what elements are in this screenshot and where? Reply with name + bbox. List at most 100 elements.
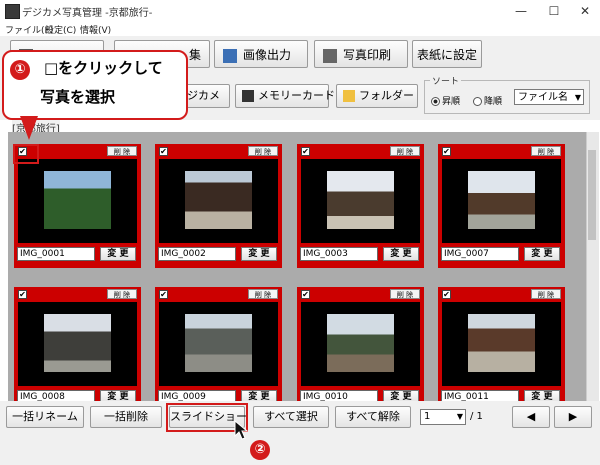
- app-icon: [5, 4, 20, 19]
- rename-button[interactable]: 変 更: [524, 247, 560, 261]
- photo-frame: [159, 302, 278, 386]
- delete-button[interactable]: 削 除: [390, 146, 420, 156]
- minimize-button[interactable]: —: [505, 2, 537, 20]
- menu-info[interactable]: 情報(V): [80, 23, 111, 36]
- photo-name-field[interactable]: IMG_0003: [300, 247, 378, 261]
- memory-card-label: メモリーカード: [258, 89, 335, 102]
- sort-descending-label: 降順: [484, 97, 503, 107]
- photo-checkbox[interactable]: ✔: [159, 290, 168, 299]
- select-all-button[interactable]: すべて選択: [253, 406, 329, 428]
- camera-button[interactable]: ジカメ: [186, 84, 230, 108]
- next-page-button[interactable]: ▶: [554, 406, 592, 428]
- printer-icon: [323, 48, 337, 63]
- rename-button[interactable]: 変 更: [383, 247, 419, 261]
- monitor-icon: [223, 48, 237, 63]
- photo-thumbnail[interactable]: [468, 314, 535, 372]
- radio-dot: [473, 97, 482, 106]
- photo-gallery: ✔ 削 除 IMG_0001 変 更 ✔ 削 除 IMG_0002 変 更 ✔ …: [8, 132, 586, 401]
- photo-thumbnail[interactable]: [327, 171, 394, 229]
- cover-setting-button[interactable]: 表紙に設定: [412, 40, 482, 68]
- callout-pointer: [20, 116, 38, 140]
- photo-card[interactable]: ✔ 削 除 IMG_0010 変 更: [297, 287, 424, 401]
- photo-frame: [442, 159, 561, 243]
- camera-label: ジカメ: [187, 89, 220, 102]
- sort-ascending-radio[interactable]: 昇順: [431, 94, 460, 107]
- chevron-down-icon: ▼: [574, 93, 581, 102]
- photo-card[interactable]: ✔ 削 除 IMG_0002 変 更: [155, 144, 282, 268]
- folder-icon: [343, 90, 355, 102]
- photo-name-field[interactable]: IMG_0001: [17, 247, 95, 261]
- bulk-delete-button[interactable]: 一括削除: [90, 406, 162, 428]
- photo-card[interactable]: ✔ 削 除 IMG_0008 変 更: [14, 287, 141, 401]
- photo-card[interactable]: ✔ 削 除 IMG_0007 変 更: [438, 144, 565, 268]
- sort-ascending-label: 昇順: [442, 97, 461, 107]
- photo-checkbox[interactable]: ✔: [18, 290, 27, 299]
- checkbox-highlight: [13, 144, 39, 164]
- photo-thumbnail[interactable]: [44, 314, 111, 372]
- photo-name-field[interactable]: IMG_0010: [300, 390, 378, 401]
- photo-frame: [159, 159, 278, 243]
- image-output-button[interactable]: 画像出力: [214, 40, 308, 68]
- photo-checkbox[interactable]: ✔: [442, 147, 451, 156]
- sort-field-select[interactable]: ファイル名 ▼: [514, 89, 584, 105]
- delete-button[interactable]: 削 除: [390, 289, 420, 299]
- window-title: デジカメ写真管理 -京都旅行-: [22, 8, 153, 19]
- menu-bar: ファイル(F) 設定(C) 情報(V): [0, 22, 600, 36]
- sort-descending-radio[interactable]: 降順: [473, 94, 502, 107]
- photo-frame: [18, 302, 137, 386]
- rename-button[interactable]: 変 更: [100, 247, 136, 261]
- rename-button[interactable]: 変 更: [100, 390, 136, 401]
- photo-name-field[interactable]: IMG_0011: [441, 390, 519, 401]
- deselect-all-button[interactable]: すべて解除: [335, 406, 411, 428]
- menu-settings[interactable]: 設定(C): [45, 23, 76, 36]
- close-button[interactable]: ✕: [569, 2, 600, 20]
- rename-button[interactable]: 変 更: [241, 390, 277, 401]
- bulk-rename-button[interactable]: 一括リネーム: [6, 406, 84, 428]
- photo-name-field[interactable]: IMG_0007: [441, 247, 519, 261]
- radio-dot: [431, 97, 440, 106]
- sd-card-icon: [242, 90, 254, 102]
- rename-button[interactable]: 変 更: [383, 390, 419, 401]
- callout-text-line1: □をクリックして: [44, 59, 163, 77]
- mouse-cursor-icon: [234, 420, 248, 440]
- photo-card[interactable]: ✔ 削 除 IMG_0009 変 更: [155, 287, 282, 401]
- photo-thumbnail[interactable]: [44, 171, 111, 229]
- edit-button-label: 集: [188, 48, 201, 62]
- photo-frame: [301, 302, 420, 386]
- rename-button[interactable]: 変 更: [524, 390, 560, 401]
- photo-checkbox[interactable]: ✔: [301, 147, 310, 156]
- delete-button[interactable]: 削 除: [107, 289, 137, 299]
- photo-thumbnail[interactable]: [468, 171, 535, 229]
- page-value: 1: [424, 411, 431, 422]
- photo-checkbox[interactable]: ✔: [159, 147, 168, 156]
- photo-print-button[interactable]: 写真印刷: [314, 40, 408, 68]
- photo-frame: [442, 302, 561, 386]
- page-select[interactable]: 1 ▼: [420, 409, 466, 425]
- delete-button[interactable]: 削 除: [248, 289, 278, 299]
- photo-name-field[interactable]: IMG_0002: [158, 247, 236, 261]
- delete-button[interactable]: 削 除: [531, 146, 561, 156]
- sort-legend: ソート: [430, 74, 462, 87]
- photo-thumbnail[interactable]: [185, 171, 252, 229]
- photo-checkbox[interactable]: ✔: [301, 290, 310, 299]
- folder-button[interactable]: フォルダー: [336, 84, 418, 108]
- delete-button[interactable]: 削 除: [531, 289, 561, 299]
- photo-thumbnail[interactable]: [327, 314, 394, 372]
- rename-button[interactable]: 変 更: [241, 247, 277, 261]
- scrollbar-thumb[interactable]: [588, 150, 596, 240]
- memory-card-button[interactable]: メモリーカード: [235, 84, 335, 108]
- photo-thumbnail[interactable]: [185, 314, 252, 372]
- photo-name-field[interactable]: IMG_0008: [17, 390, 95, 401]
- callout-text-line2: 写真を選択: [40, 88, 116, 106]
- step-number-1: ①: [10, 60, 30, 80]
- photo-print-label: 写真印刷: [343, 48, 392, 62]
- photo-card[interactable]: ✔ 削 除 IMG_0011 変 更: [438, 287, 565, 401]
- photo-checkbox[interactable]: ✔: [442, 290, 451, 299]
- photo-name-field[interactable]: IMG_0009: [158, 390, 236, 401]
- photo-card[interactable]: ✔ 削 除 IMG_0003 変 更: [297, 144, 424, 268]
- delete-button[interactable]: 削 除: [107, 146, 137, 156]
- delete-button[interactable]: 削 除: [248, 146, 278, 156]
- maximize-button[interactable]: ☐: [538, 2, 570, 20]
- photo-frame: [18, 159, 137, 243]
- prev-page-button[interactable]: ◀: [512, 406, 550, 428]
